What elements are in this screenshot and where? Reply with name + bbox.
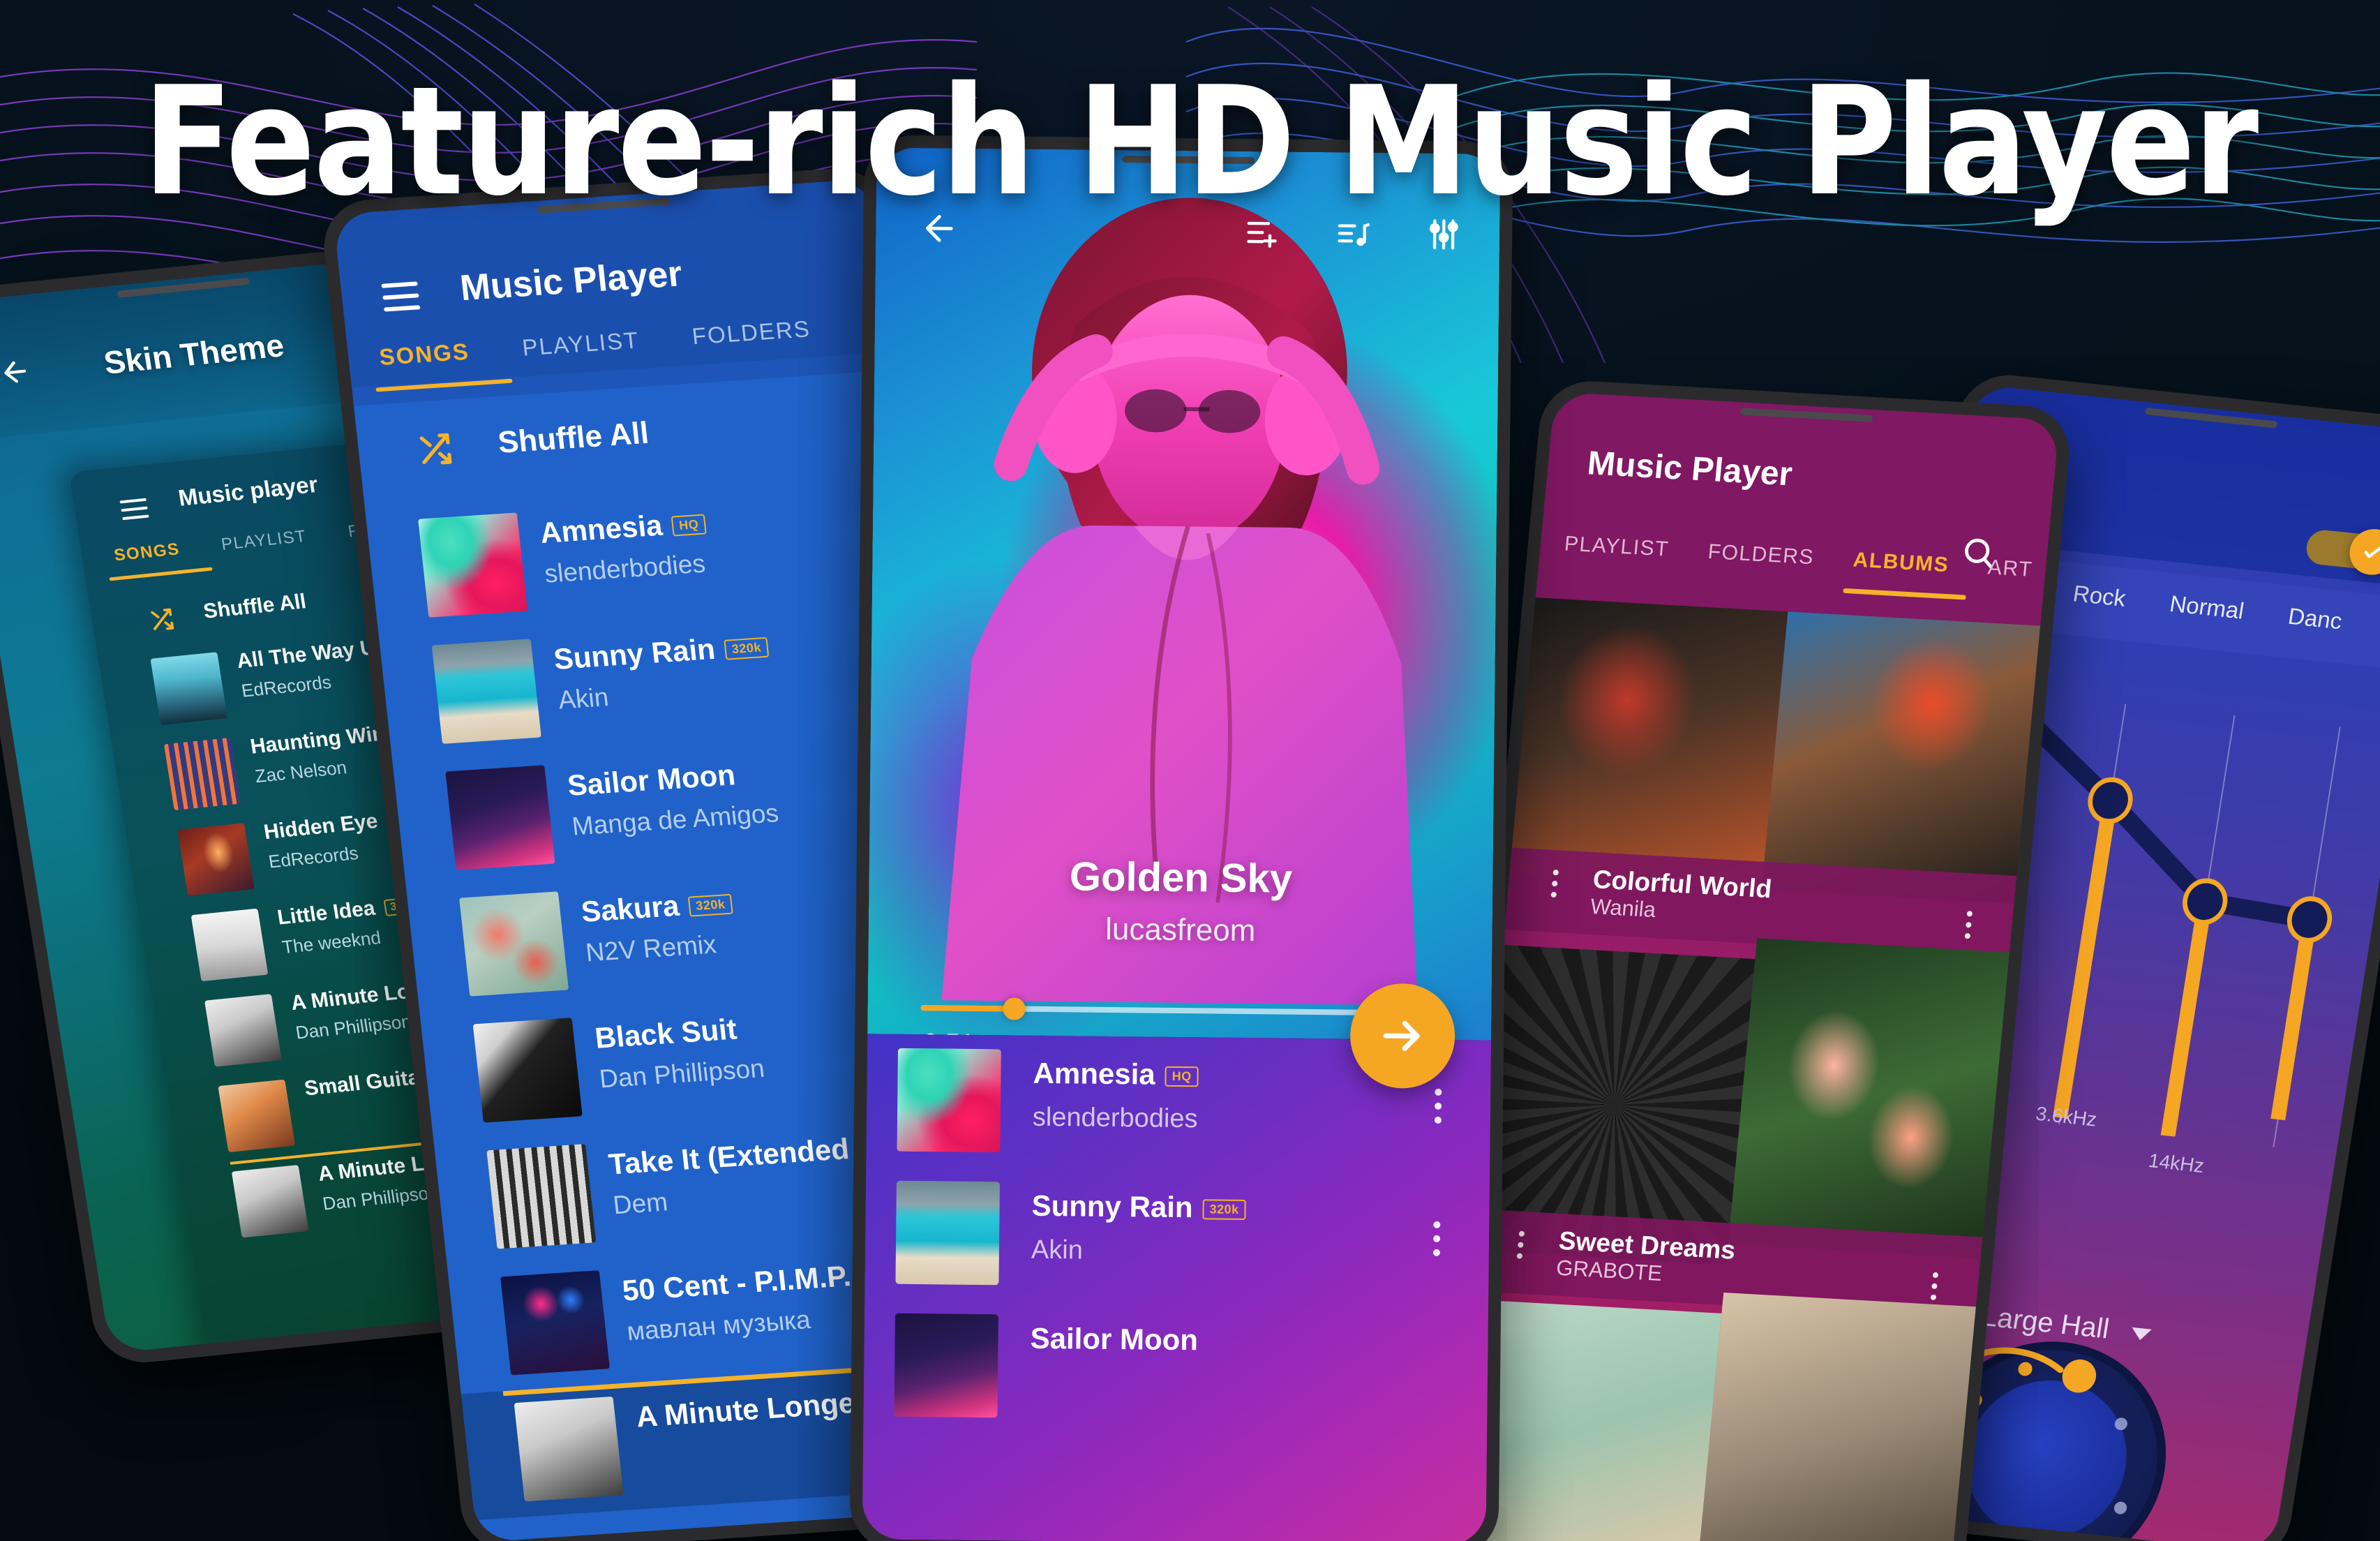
track-artist: мавлан музыка [625,1305,812,1346]
track-title: A Minute Longer [634,1385,868,1434]
seek-progress [920,1005,1015,1012]
track-artist: slenderbodies [1032,1102,1198,1134]
up-next-queue: Amnesia HQ slenderbodies Sunny Rain 320k A… [862,1034,1492,1541]
preset-rock[interactable]: Rock [2071,580,2127,611]
more-vert-icon[interactable] [1516,1230,1527,1265]
album-art [163,737,241,811]
album-art [472,1018,583,1123]
poster-stage: Feature-rich HD Music Player Skin Theme … [0,0,2380,1541]
track-title: Sunny Rain [552,632,717,676]
check-icon [2364,546,2380,558]
album-art [500,1270,611,1376]
track-artist: N2V Remix [584,930,718,967]
track-artist: Akin [556,683,611,715]
track-artist: EdRecords [267,842,360,872]
phone-albums: Music Player PLAYLIST FOLDERS ALBUMS ART… [1432,378,2074,1541]
hamburger-icon[interactable] [381,281,421,319]
list-item[interactable]: Sunny Rain 320k Akin [865,1166,1490,1305]
phone-now-playing: Amnesia HQ slenderbodies Sunny Rain 320k A… [849,135,1513,1541]
now-playing-artist: lucasfreom [1105,911,1256,948]
track-artist: Zac Nelson [253,757,348,787]
preview-app-title: Music player [176,470,320,511]
quality-badge: 320k [1202,1199,1246,1221]
quality-badge: 320k [724,637,770,661]
tab-artists[interactable]: ART [1986,556,2034,581]
album-art [458,891,569,997]
album-art [431,639,541,744]
album-art [445,765,555,870]
track-title: Take It (Extended Mi [606,1129,892,1181]
album-art [895,1180,1000,1286]
album-art[interactable] [1761,611,2041,904]
page-title: Feature-rich HD Music Player [142,54,2259,229]
preset-dance[interactable]: Danc [2287,603,2344,635]
track-artist: Akin [1031,1235,1084,1265]
preview-shuffle-label: Shuffle All [202,590,308,623]
album-art [486,1144,597,1249]
track-artist: Dem [611,1187,670,1220]
track-artist: Dan Phillipson [294,1011,413,1043]
track-title: Small Guitar [302,1065,430,1101]
shuffle-all-label: Shuffle All [496,415,651,460]
quality-badge: 320k [687,894,733,918]
hamburger-icon[interactable] [119,498,149,526]
more-vert-icon[interactable] [1550,869,1561,903]
shuffle-icon [419,433,452,465]
album-art[interactable] [1509,597,1788,890]
album-art [177,823,255,896]
track-title: Sailor Moon [1030,1321,1199,1357]
preset-normal[interactable]: Normal [2168,590,2246,625]
track-title: Sakura [579,888,681,928]
albums-grid: Colorful World Wanila Sweet Dreams GRABO… [1445,597,2041,1541]
track-title: Black Suit [593,1012,739,1055]
album-art [218,1079,296,1153]
album-art [514,1396,624,1502]
track-artist: Dan Phillipson [321,1182,440,1214]
album-art [897,1048,1001,1153]
track-title: Little Idea [276,896,377,930]
track-title: Amnesia [1033,1056,1155,1091]
track-title: Hidden Eye [262,809,380,844]
track-title: 50 Cent - P.I.M.P. [620,1259,853,1307]
arrow-forward-icon [1383,1020,1420,1051]
track-artist: Dan Phillipson [597,1053,766,1094]
album-art [894,1313,998,1418]
track-artist: The weeknd [280,927,382,958]
album-art [190,908,269,982]
seek-thumb[interactable] [1002,997,1026,1020]
track-artist: slenderbodies [543,549,707,588]
track-artist: Manga de Amigos [570,798,780,841]
track-title: Amnesia [538,508,664,550]
album-art [204,994,282,1067]
quality-badge: HQ [1165,1066,1199,1087]
caret-down-icon [2132,1327,2152,1341]
quality-badge: HQ [671,514,707,537]
albums-appbar [1535,392,2060,629]
shuffle-icon [151,608,174,630]
album-art [150,652,228,725]
album-art [231,1165,309,1238]
track-title: Sailor Moon [565,758,738,802]
more-vert-icon[interactable] [1432,1221,1441,1263]
preview-tab-indicator [109,567,213,581]
now-playing-title: Golden Sky [1069,854,1293,902]
album-art[interactable] [1728,938,2009,1258]
track-artist: EdRecords [239,671,333,701]
album-art [418,512,528,618]
list-item[interactable]: Sailor Moon [863,1299,1488,1438]
more-vert-icon[interactable] [1434,1088,1442,1131]
now-playing-artwork: Golden Sky lucasfreom 0:51 4:31 [867,147,1501,1041]
track-title: Sunny Rain [1031,1189,1193,1224]
album-art[interactable] [1697,1293,1976,1541]
